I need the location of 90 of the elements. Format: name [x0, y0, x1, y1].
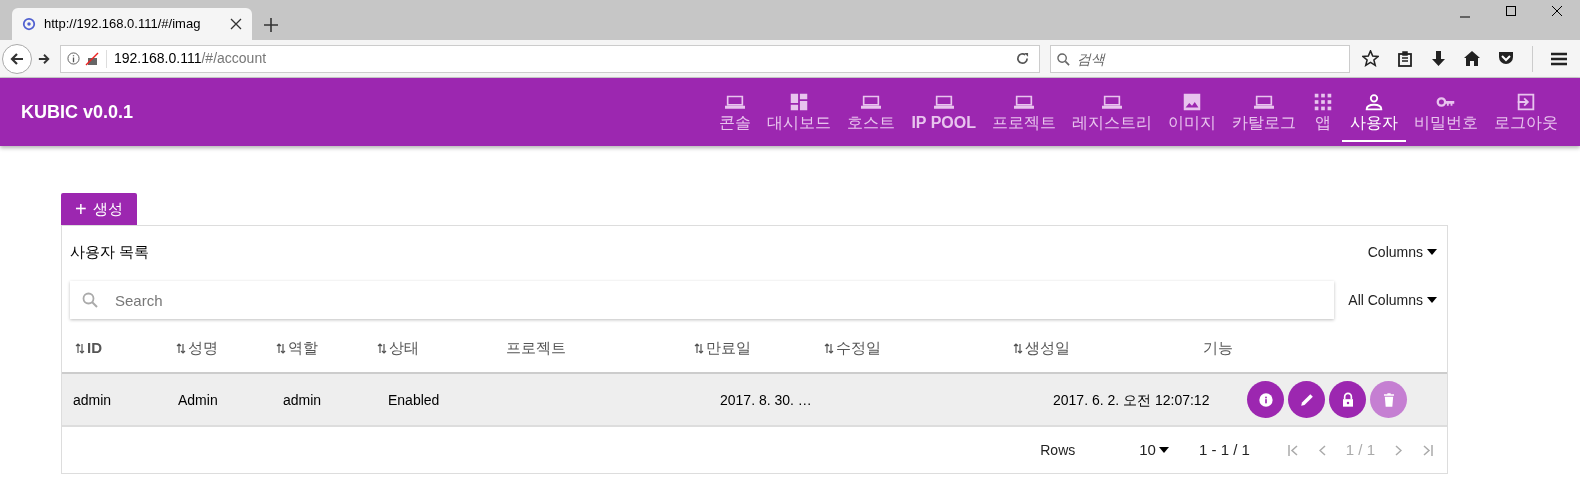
table-cell: admin — [283, 391, 322, 408]
column-header[interactable]: 성명 — [175, 337, 218, 360]
table-cell: Enabled — [388, 391, 440, 408]
home-icon[interactable] — [1464, 51, 1480, 66]
column-header: 기능 — [1202, 338, 1233, 359]
table-title: 사용자 목록 — [70, 241, 150, 262]
forward-arrow-icon — [38, 52, 50, 65]
table-cell: admin — [73, 391, 112, 408]
person-icon — [1363, 91, 1385, 113]
clipboard-icon[interactable] — [1397, 50, 1413, 67]
edit-button[interactable] — [1288, 381, 1325, 418]
pocket-icon[interactable] — [1498, 51, 1514, 66]
sort-icon — [376, 343, 387, 354]
nav-tab[interactable]: 이미지 — [1160, 84, 1224, 142]
nav-tab[interactable]: 로그아웃 — [1486, 84, 1566, 142]
sort-icon — [694, 343, 705, 354]
maximize-icon[interactable] — [1506, 6, 1516, 16]
filter-dropdown[interactable]: All Columns — [1348, 289, 1437, 311]
nav-label: 사용자 — [1350, 113, 1398, 133]
nav-label: 대시보드 — [767, 113, 832, 133]
nav-tab[interactable]: 앱 — [1304, 84, 1342, 142]
nav-label: 이미지 — [1168, 113, 1216, 133]
nav-label: 앱 — [1315, 113, 1331, 133]
caret-icon — [1427, 297, 1437, 303]
info-icon[interactable] — [67, 52, 80, 65]
page-indicator: 1 / 1 — [1345, 439, 1375, 460]
sort-icon — [75, 343, 85, 354]
nav-label: 호스트 — [847, 113, 896, 133]
columns-dropdown[interactable]: Columns — [1367, 241, 1437, 263]
page-range: 1 - 1 / 1 — [1198, 439, 1250, 460]
search-field[interactable]: 검색 — [1050, 44, 1350, 73]
nav-label: IP POOL — [911, 113, 976, 133]
search-icon — [82, 292, 98, 308]
sort-icon — [276, 343, 287, 354]
tab-title: http://192.168.0.111/#/imag — [44, 15, 202, 34]
table-cell: Admin — [178, 391, 218, 408]
new-tab-icon[interactable] — [264, 18, 278, 32]
nav-label: 콘솔 — [719, 113, 752, 133]
table-cell: 2017. 8. 30. … — [720, 391, 812, 408]
lock-button[interactable] — [1329, 381, 1366, 418]
image-icon — [1181, 91, 1203, 113]
nav-label: 로그아웃 — [1494, 113, 1558, 133]
app-title: KUBIC v0.0.1 — [21, 100, 134, 124]
close-icon[interactable] — [1552, 6, 1562, 16]
insecure-lock-icon[interactable] — [85, 51, 99, 66]
nav-label: 프로젝트 — [992, 113, 1056, 133]
close-icon[interactable] — [230, 18, 242, 30]
rows-per-page-dropdown[interactable]: 10 — [1139, 438, 1169, 462]
column-header[interactable]: 수정일 — [823, 337, 881, 360]
nav-label: 비밀번호 — [1414, 113, 1478, 133]
download-icon[interactable] — [1431, 50, 1446, 67]
logout-icon — [1515, 91, 1537, 113]
reload-icon[interactable] — [1016, 52, 1029, 65]
table-cell: 2017. 6. 2. 오전 12:07:12 — [1053, 391, 1210, 408]
column-header[interactable]: 생성일 — [1013, 337, 1071, 360]
nav-tab[interactable]: 프로젝트 — [984, 84, 1064, 142]
search-field[interactable]: Search — [70, 281, 1335, 319]
browser-tab[interactable]: http://192.168.0.111/#/imag — [12, 8, 252, 40]
nav-tab[interactable]: IP POOL — [903, 84, 984, 142]
address-bar[interactable]: 192.168.0.111/#/account — [60, 44, 1040, 73]
url-text: 192.168.0.111/#/account — [114, 49, 267, 68]
info-button[interactable] — [1247, 381, 1284, 418]
back-button[interactable] — [2, 43, 32, 74]
nav-tab[interactable]: 사용자 — [1342, 84, 1406, 142]
column-header[interactable]: 상태 — [376, 337, 419, 360]
column-header[interactable]: 역할 — [276, 337, 319, 360]
back-arrow-icon — [10, 51, 24, 66]
menu-icon[interactable] — [1551, 51, 1567, 66]
caret-icon — [1158, 447, 1169, 453]
nav-tab[interactable]: 콘솔 — [711, 84, 760, 142]
sort-icon — [175, 343, 186, 354]
nav-tab[interactable]: 레지스트리 — [1064, 84, 1160, 142]
nav-label: 카탈로그 — [1232, 113, 1296, 133]
caret-icon — [1427, 249, 1437, 255]
grid-icon — [1312, 91, 1334, 113]
sort-icon — [823, 343, 834, 354]
nav-label: 레지스트리 — [1072, 113, 1152, 133]
column-header[interactable]: ID — [75, 337, 102, 360]
rows-label: Rows — [1040, 440, 1076, 460]
nav-tab[interactable]: 비밀번호 — [1406, 84, 1486, 142]
column-header[interactable]: 만료일 — [694, 337, 752, 360]
create-button[interactable]: + 생성 — [61, 193, 137, 225]
nav-tab[interactable]: 카탈로그 — [1224, 84, 1304, 142]
nav-tab[interactable]: 대시보드 — [759, 84, 840, 142]
star-icon[interactable] — [1362, 50, 1379, 67]
swirl-icon — [22, 17, 36, 31]
sort-icon — [1013, 343, 1024, 354]
nav-tab[interactable]: 호스트 — [839, 84, 904, 142]
column-header: 프로젝트 — [505, 338, 566, 359]
search-icon — [1057, 52, 1070, 66]
